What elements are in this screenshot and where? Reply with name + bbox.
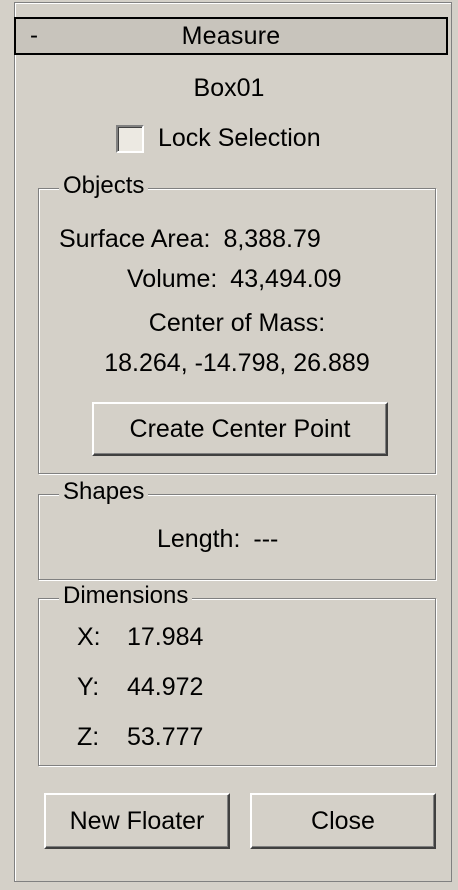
dimension-x-label: X: xyxy=(77,623,101,651)
dimension-z-value: 53.777 xyxy=(127,723,204,751)
selected-object-name: Box01 xyxy=(193,74,265,102)
measure-rollout-header[interactable]: - Measure xyxy=(14,17,448,55)
length-row: Length: --- xyxy=(157,525,278,554)
lock-selection-row[interactable]: Lock Selection xyxy=(116,124,321,153)
volume-value: 43,494.09 xyxy=(230,265,342,293)
dimension-x-row: X: 17.984 xyxy=(77,623,203,652)
dimension-y-row: Y: 44.972 xyxy=(77,673,203,702)
lock-selection-checkbox[interactable] xyxy=(116,124,144,153)
volume-row: Volume: 43,494.09 xyxy=(127,265,342,294)
length-label: Length: xyxy=(157,525,241,553)
surface-area-row: Surface Area: 8,388.79 xyxy=(59,225,321,254)
dimensions-group-title: Dimensions xyxy=(59,581,193,611)
shapes-group-title: Shapes xyxy=(59,477,149,507)
surface-area-label: Surface Area: xyxy=(59,225,211,253)
dimension-z-row: Z: 53.777 xyxy=(77,723,203,752)
new-floater-button[interactable]: New Floater xyxy=(44,793,230,849)
dimension-y-label: Y: xyxy=(77,673,100,701)
objects-group: Objects Surface Area: 8,388.79 Volume: 4… xyxy=(38,171,436,474)
lock-selection-label[interactable]: Lock Selection xyxy=(158,124,321,153)
surface-area-value: 8,388.79 xyxy=(223,225,321,253)
create-center-point-button[interactable]: Create Center Point xyxy=(92,402,388,456)
dimension-y-value: 44.972 xyxy=(127,673,204,701)
center-of-mass-label: Center of Mass: xyxy=(148,309,326,337)
shapes-group: Shapes Length: --- xyxy=(38,477,436,580)
rollout-title: Measure xyxy=(181,21,281,50)
dimension-x-value: 17.984 xyxy=(127,623,204,651)
close-button[interactable]: Close xyxy=(250,793,436,849)
collapse-icon[interactable]: - xyxy=(30,19,38,53)
objects-group-title: Objects xyxy=(59,171,149,201)
dimension-z-label: Z: xyxy=(77,723,100,751)
volume-label: Volume: xyxy=(127,265,218,293)
dimensions-group: Dimensions X: 17.984 Y: 44.972 Z: 53.777 xyxy=(38,581,436,766)
center-of-mass-value: 18.264, -14.798, 26.889 xyxy=(104,349,370,377)
length-value: --- xyxy=(253,525,279,553)
